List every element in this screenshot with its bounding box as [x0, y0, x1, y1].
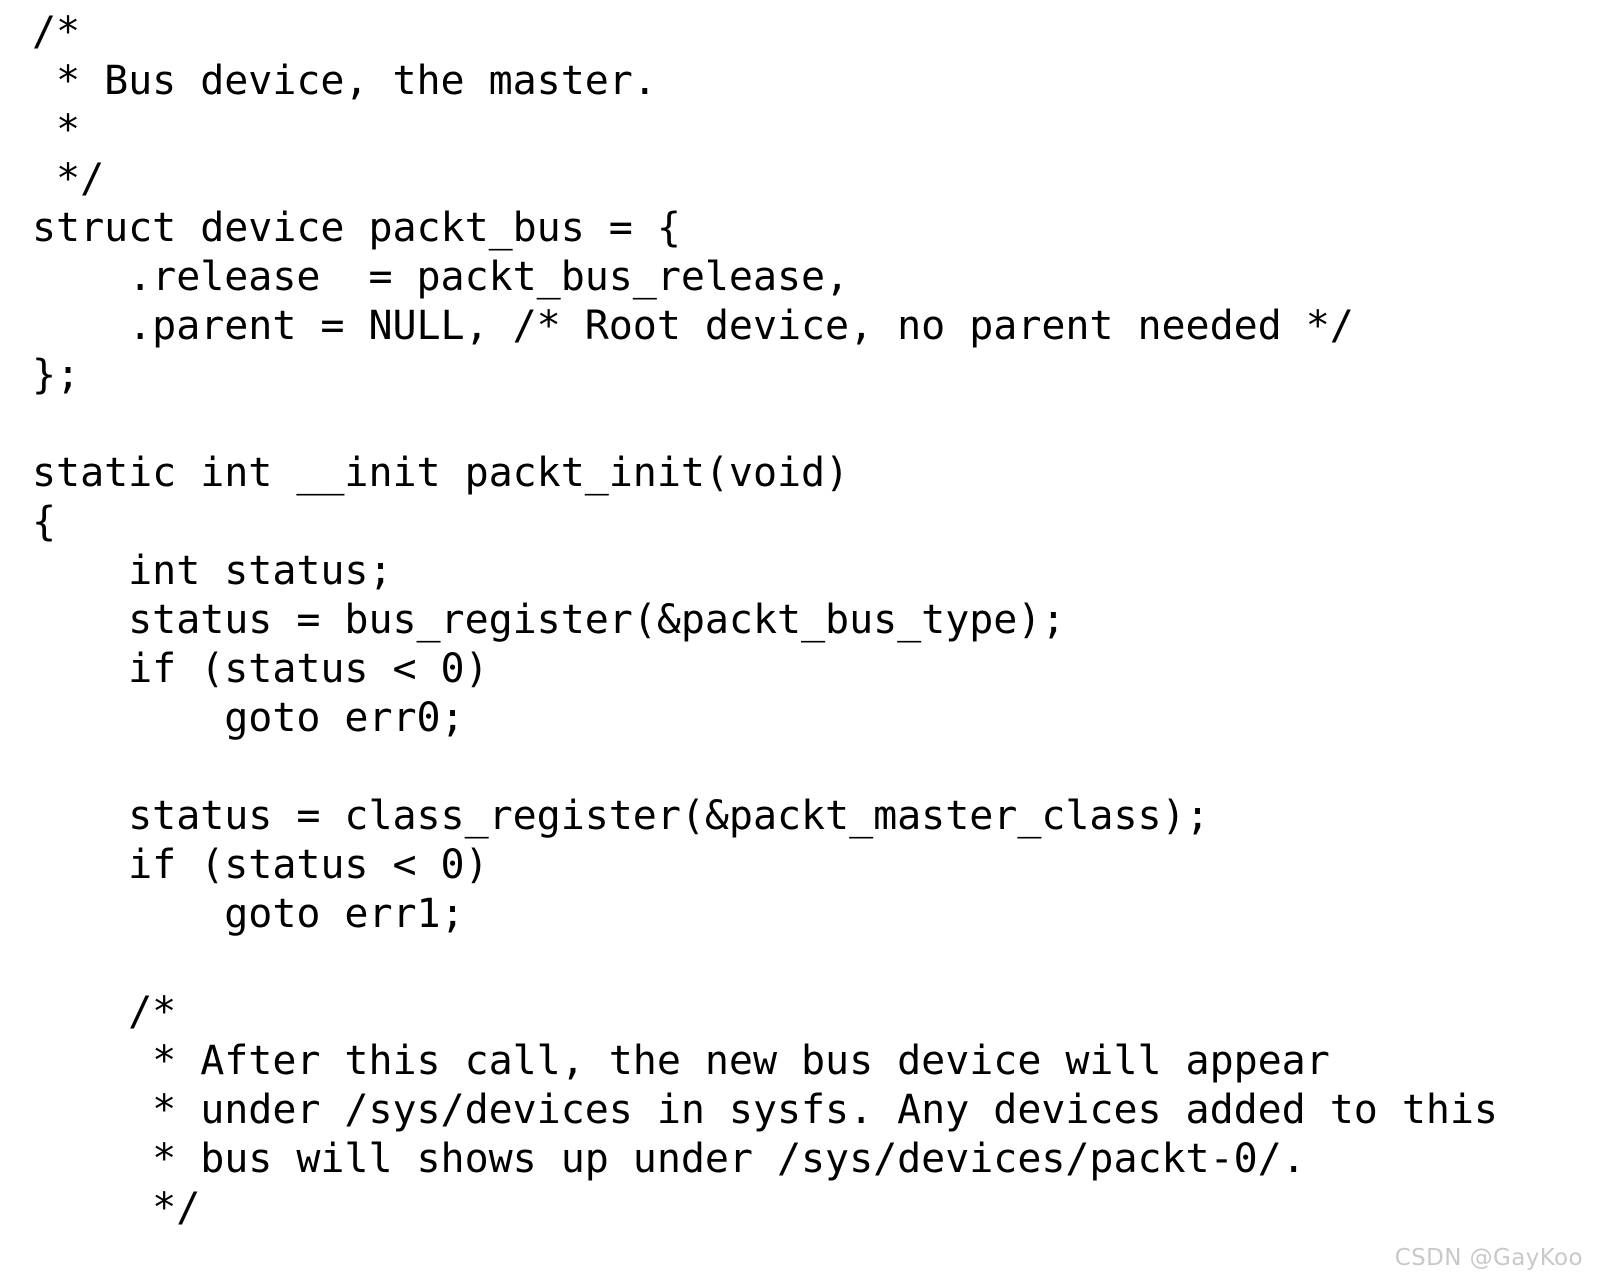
code-line: goto err0;: [32, 695, 465, 741]
code-line: };: [32, 352, 81, 398]
code-line: .release = packt_bus_release,: [32, 254, 850, 300]
code-line: .parent = NULL, /* Root device, no paren…: [32, 303, 1354, 349]
code-block: /* * Bus device, the master. * */struct …: [32, 8, 1498, 1233]
code-line: /*: [32, 989, 177, 1035]
code-line: static int __init packt_init(void): [32, 450, 850, 496]
code-line: */: [32, 156, 105, 202]
code-line: * under /sys/devices in sysfs. Any devic…: [32, 1087, 1498, 1133]
code-line: if (status < 0): [32, 842, 489, 888]
code-line: int status;: [32, 548, 393, 594]
code-line: goto err1;: [32, 891, 465, 937]
code-line: * After this call, the new bus device wi…: [32, 1038, 1330, 1084]
code-line: * Bus device, the master.: [32, 58, 657, 104]
code-line: *: [32, 107, 81, 153]
code-line: /*: [32, 9, 81, 55]
code-line: struct device packt_bus = {: [32, 205, 681, 251]
code-line: status = class_register(&packt_master_cl…: [32, 793, 1210, 839]
code-snippet-page: /* * Bus device, the master. * */struct …: [0, 0, 1597, 1282]
code-line: if (status < 0): [32, 646, 489, 692]
code-line: status = bus_register(&packt_bus_type);: [32, 597, 1066, 643]
csdn-watermark: CSDN @GayKoo: [1394, 1245, 1583, 1271]
code-line: */: [32, 1185, 201, 1231]
code-line: {: [32, 499, 57, 545]
code-line: * bus will shows up under /sys/devices/p…: [32, 1136, 1306, 1182]
